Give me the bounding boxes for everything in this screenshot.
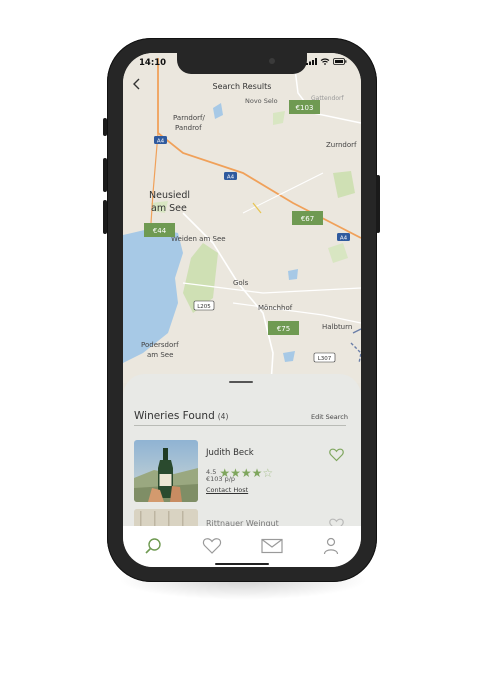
header: Search Results [123, 75, 361, 97]
map-label-parndorf: Parndorf/ [173, 114, 205, 122]
map-canvas[interactable]: Novo Selo Gattendorf Parndorf/ Pandrof Z… [123, 53, 361, 384]
results-sheet[interactable]: Wineries Found (4) Edit Search Judith Bec… [123, 374, 361, 534]
page-title: Search Results [212, 82, 272, 91]
star-outline-icon: ☆ [262, 466, 274, 480]
road-label-a4-east: A4 [340, 236, 348, 242]
wifi-icon [320, 58, 330, 65]
road-label-l307: L307 [318, 356, 332, 362]
signal-icon [306, 58, 317, 65]
map-label-zurndorf: Zurndorf [326, 141, 357, 149]
home-indicator[interactable] [215, 563, 269, 565]
screen: Novo Selo Gattendorf Parndorf/ Pandrof Z… [123, 53, 361, 567]
winery-price: €103 p/p [206, 475, 236, 483]
map-label-novo-selo: Novo Selo [245, 97, 278, 105]
winery-image[interactable] [134, 440, 198, 502]
map-label-neusiedl: Neusiedl [149, 190, 190, 201]
map-label-gols: Gols [233, 279, 249, 287]
tab-bar [123, 526, 361, 567]
profile-icon[interactable] [319, 536, 343, 556]
winery-name[interactable]: Judith Beck [206, 448, 254, 458]
search-icon[interactable] [141, 536, 165, 556]
results-heading-text: Wineries Found [134, 410, 215, 422]
map-label-podersdorf: Podersdorf [141, 341, 179, 349]
notch [177, 53, 307, 74]
map-label-halbturn: Halbturn [322, 323, 352, 331]
price-marker-44[interactable]: €44 [144, 223, 175, 237]
svg-text:€103: €103 [296, 104, 314, 112]
map-label-pandrof: Pandrof [175, 124, 202, 132]
svg-text:€67: €67 [301, 215, 314, 223]
map-label-weiden: Weiden am See [171, 235, 226, 243]
map-label-podersdorf-am-see: am See [147, 351, 173, 359]
mail-icon[interactable] [260, 536, 284, 556]
star-icon: ★ [240, 466, 252, 480]
edit-search-link[interactable]: Edit Search [311, 413, 348, 421]
road-label-l205: L205 [197, 304, 211, 310]
side-button-volume-down [103, 200, 107, 234]
side-button-power [376, 175, 380, 233]
status-icons [306, 58, 347, 65]
divider [134, 425, 346, 426]
road-label-a4-west: A4 [157, 139, 165, 145]
heart-icon[interactable] [329, 447, 344, 466]
side-button-volume-up [103, 158, 107, 192]
map-label-am-see: am See [151, 203, 187, 214]
road-label-a4-center: A4 [227, 175, 235, 181]
side-button-mute [103, 118, 107, 136]
price-marker-103[interactable]: €103 [289, 100, 320, 114]
price-marker-67[interactable]: €67 [292, 211, 323, 225]
svg-text:€44: €44 [153, 227, 167, 235]
results-count: (4) [217, 412, 229, 421]
status-time: 14:10 [139, 58, 167, 68]
map[interactable]: Novo Selo Gattendorf Parndorf/ Pandrof Z… [123, 53, 361, 384]
price-marker-75[interactable]: €75 [268, 321, 299, 335]
map-label-monchhof: Mönchhof [258, 304, 293, 312]
contact-host-link[interactable]: Contact Host [206, 486, 248, 494]
sheet-drag-handle[interactable] [229, 381, 253, 383]
svg-text:€75: €75 [277, 325, 290, 333]
star-icon: ★ [251, 466, 263, 480]
results-heading: Wineries Found (4) [134, 410, 228, 422]
battery-icon [333, 58, 347, 65]
heart-icon[interactable] [200, 536, 224, 556]
